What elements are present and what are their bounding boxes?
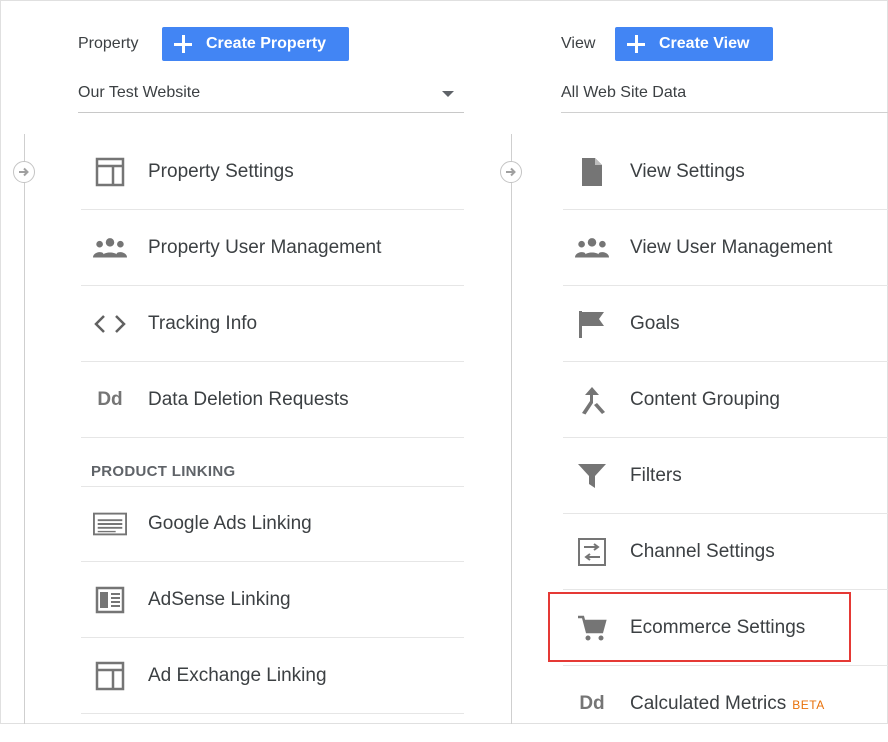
adsense-linking-item[interactable]: AdSense Linking: [81, 562, 464, 638]
goals-item[interactable]: Goals: [563, 286, 888, 362]
product-linking-heading: PRODUCT LINKING: [91, 463, 236, 480]
property-user-management-item[interactable]: Property User Management: [81, 210, 464, 286]
property-user-management-label: Property User Management: [148, 236, 382, 258]
channel-settings-item[interactable]: Channel Settings: [563, 514, 888, 590]
view-select-value: All Web Site Data: [561, 84, 687, 101]
view-settings-label: View Settings: [630, 160, 745, 182]
filters-label: Filters: [630, 464, 682, 486]
google-ads-linking-label: Google Ads Linking: [148, 512, 312, 534]
document-icon: [575, 157, 609, 187]
code-icon: [93, 309, 127, 339]
dd-icon: Dd: [579, 693, 605, 714]
create-view-button[interactable]: Create View: [615, 27, 773, 61]
arrow-right-icon[interactable]: [500, 161, 522, 183]
view-label: View: [561, 35, 596, 52]
ad-exchange-linking-item[interactable]: Ad Exchange Linking: [81, 638, 464, 714]
merge-icon: [575, 385, 609, 415]
layout-icon: [93, 661, 127, 691]
flag-icon: [575, 309, 609, 339]
people-icon: [93, 233, 127, 263]
calculated-metrics-item[interactable]: Dd Calculated Metrics BETA: [563, 666, 888, 742]
data-deletion-requests-label: Data Deletion Requests: [148, 388, 349, 410]
adsense-linking-label: AdSense Linking: [148, 588, 291, 610]
channel-settings-label: Channel Settings: [630, 540, 775, 562]
content-grouping-label: Content Grouping: [630, 388, 780, 410]
property-settings-item[interactable]: Property Settings: [81, 134, 464, 210]
calculated-metrics-label: Calculated Metrics: [630, 693, 787, 714]
property-select-value: Our Test Website: [78, 84, 201, 101]
property-select[interactable]: Our Test Website: [78, 73, 464, 113]
ads-icon: [93, 509, 127, 539]
adsense-icon: [93, 585, 127, 615]
channel-icon: [575, 537, 609, 567]
content-grouping-item[interactable]: Content Grouping: [563, 362, 888, 438]
view-user-management-item[interactable]: View User Management: [563, 210, 888, 286]
view-settings-item[interactable]: View Settings: [563, 134, 888, 210]
property-settings-label: Property Settings: [148, 160, 294, 182]
goals-label: Goals: [630, 312, 680, 334]
ad-exchange-linking-label: Ad Exchange Linking: [148, 664, 327, 686]
property-column-line: [24, 134, 25, 724]
tracking-info-item[interactable]: Tracking Info: [81, 286, 464, 362]
view-select[interactable]: All Web Site Data: [561, 73, 888, 113]
create-property-label: Create Property: [206, 35, 327, 52]
filters-item[interactable]: Filters: [563, 438, 888, 514]
google-ads-linking-item[interactable]: Google Ads Linking: [81, 486, 464, 562]
tracking-info-label: Tracking Info: [148, 312, 258, 334]
view-user-management-label: View User Management: [630, 236, 833, 258]
plus-icon: [627, 35, 645, 53]
data-deletion-requests-item[interactable]: Dd Data Deletion Requests: [81, 362, 464, 438]
chevron-down-icon: [442, 91, 454, 97]
create-property-button[interactable]: Create Property: [162, 27, 349, 61]
arrow-right-icon[interactable]: [13, 161, 35, 183]
highlight-box: [548, 592, 851, 662]
beta-badge: BETA: [792, 698, 825, 712]
filter-icon: [575, 461, 609, 491]
layout-icon: [93, 157, 127, 187]
dd-icon: Dd: [97, 388, 123, 410]
create-view-label: Create View: [659, 35, 750, 52]
people-icon: [575, 233, 609, 263]
calculated-metrics-label-wrap: Calculated Metrics BETA: [630, 693, 825, 715]
view-column-line: [511, 134, 512, 724]
property-label: Property: [78, 35, 139, 52]
plus-icon: [174, 35, 192, 53]
